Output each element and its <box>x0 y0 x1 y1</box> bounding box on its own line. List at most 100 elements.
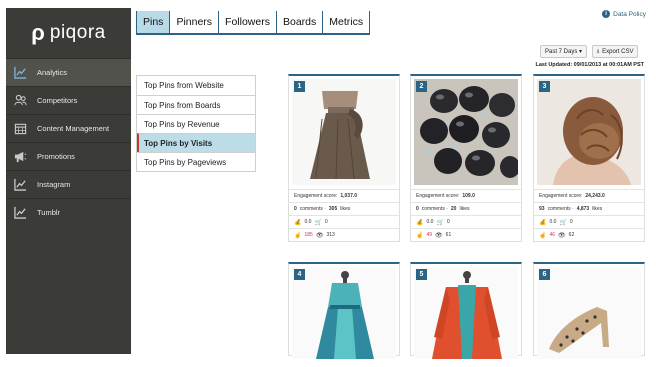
engagement-label: Engagement score: <box>416 193 460 199</box>
sidebar: ρ piqora Analytics Competitors Content M… <box>6 8 131 354</box>
tab-pinners[interactable]: Pinners <box>170 11 220 33</box>
engagement-score: 1,037.0 <box>340 193 358 199</box>
clicks-value: 185 <box>304 232 313 238</box>
pin-image-chocolates[interactable]: 2 <box>414 79 518 185</box>
likes-count: 4,873 <box>576 206 590 212</box>
sidebar-item-tumblr[interactable]: Tumblr <box>6 198 131 226</box>
subnav-item-top-pins-by-pageviews[interactable]: Top Pins by Pageviews <box>137 152 255 171</box>
eye-icon: 👁 <box>558 232 566 239</box>
sidebar-item-instagram[interactable]: Instagram <box>6 170 131 198</box>
subnav-item-top-pins-by-revenue[interactable]: Top Pins by Revenue <box>137 114 255 133</box>
pin-card[interactable]: 5 <box>410 262 522 359</box>
sidebar-item-content-management[interactable]: Content Management <box>6 114 131 142</box>
traffic-row: ☝ 49 👁 61 <box>411 228 521 241</box>
line-chart-icon <box>13 178 27 192</box>
tab-pins[interactable]: Pins <box>136 11 171 33</box>
date-range-select[interactable]: Past 7 Days ▾ <box>540 45 588 58</box>
top-tabs: Pins Pinners Followers Boards Metrics <box>136 11 371 35</box>
money-bag-icon: 💰 <box>294 219 302 226</box>
comments-count: 93 <box>539 206 545 212</box>
sidebar-item-analytics[interactable]: Analytics <box>6 58 131 86</box>
likes-label: likes <box>459 206 470 212</box>
data-policy-link[interactable]: i Data Policy <box>602 10 646 18</box>
comments-label: comments · <box>299 206 326 212</box>
pin-image-skirt[interactable]: 1 <box>292 79 396 185</box>
pins-subnav: Top Pins from Website Top Pins from Boar… <box>136 75 256 172</box>
sidebar-item-label: Tumblr <box>37 208 61 217</box>
price-value: 0.0 <box>304 219 312 225</box>
sidebar-item-competitors[interactable]: Competitors <box>6 86 131 114</box>
revenue-row: 💰 0.0 🛒 0 <box>289 215 399 228</box>
data-policy-label: Data Policy <box>613 10 646 18</box>
revenue-row: 💰 0.0 🛒 0 <box>534 215 644 228</box>
money-bag-icon: 💰 <box>416 219 424 226</box>
engagement-score: 109.0 <box>462 193 475 199</box>
pin-rank-badge: 5 <box>416 269 427 280</box>
subnav-item-top-pins-from-website[interactable]: Top Pins from Website <box>137 76 255 95</box>
sidebar-item-label: Promotions <box>37 152 75 161</box>
last-updated-text: Last Updated: 09/01/2013 at 00:01AM PST <box>535 62 644 68</box>
pin-card[interactable]: 3 Engagement score: 24,243.0 93 comments… <box>533 74 645 242</box>
sidebar-item-promotions[interactable]: Promotions <box>6 142 131 170</box>
tab-boards[interactable]: Boards <box>276 11 324 33</box>
social-row: 0 comments · 305 likes <box>289 202 399 215</box>
likes-count: 305 <box>328 206 338 212</box>
sidebar-item-label: Analytics <box>37 68 68 77</box>
subnav-item-top-pins-by-visits[interactable]: Top Pins by Visits <box>137 133 255 152</box>
views-value: 61 <box>445 232 452 238</box>
pin-card[interactable]: 6 <box>533 262 645 359</box>
sidebar-item-label: Content Management <box>37 124 110 133</box>
calendar-icon <box>13 122 27 136</box>
traffic-row: ☝ 46 👁 62 <box>534 228 644 241</box>
pin-image-hairstyle[interactable]: 3 <box>537 79 641 185</box>
sidebar-item-label: Competitors <box>37 96 78 105</box>
line-chart-icon <box>13 66 27 80</box>
pin-image-polka-dot-shoe[interactable]: 6 <box>537 267 641 359</box>
logo-mark: ρ <box>31 20 45 45</box>
megaphone-icon <box>13 150 27 164</box>
engagement-label: Engagement score: <box>294 193 338 199</box>
pin-rank-badge: 6 <box>539 269 550 280</box>
likes-count: 20 <box>450 206 457 212</box>
clicks-value: 46 <box>549 232 556 238</box>
info-icon: i <box>602 10 611 18</box>
views-value: 62 <box>568 232 575 238</box>
pin-rank-badge: 3 <box>539 81 550 92</box>
revenue-row: 💰 0.0 🛒 0 <box>411 215 521 228</box>
logo-text: piqora <box>49 22 106 43</box>
line-chart-icon <box>13 206 27 220</box>
tab-followers[interactable]: Followers <box>219 11 277 33</box>
date-range-label: Past 7 Days ▾ <box>545 49 583 55</box>
subnav-item-top-pins-from-boards[interactable]: Top Pins from Boards <box>137 95 255 114</box>
engagement-row: Engagement score: 24,243.0 <box>534 189 644 202</box>
logo[interactable]: ρ piqora <box>6 8 131 58</box>
engagement-label: Engagement score: <box>539 193 583 199</box>
pin-card[interactable]: 2 Engagement score: 109.0 0 comments · 2… <box>410 74 522 242</box>
cart-value: 0 <box>324 219 328 225</box>
pin-image-red-coat[interactable]: 5 <box>414 267 518 359</box>
pin-card[interactable]: 4 <box>288 262 400 359</box>
eye-icon: 👁 <box>315 232 324 239</box>
click-hand-icon: ☝ <box>416 232 424 239</box>
traffic-row: ☝ 185 👁 313 <box>289 228 399 241</box>
export-csv-button[interactable]: ⭳ Export CSV <box>592 45 639 58</box>
sidebar-item-label: Instagram <box>37 180 71 189</box>
cart-icon: 🛒 <box>314 219 322 226</box>
engagement-score: 24,243.0 <box>585 193 605 199</box>
users-icon <box>13 94 27 108</box>
cart-value: 0 <box>446 219 450 225</box>
tab-metrics[interactable]: Metrics <box>323 11 371 33</box>
click-hand-icon: ☝ <box>294 232 302 239</box>
price-value: 0.0 <box>549 219 557 225</box>
comments-count: 0 <box>416 206 419 212</box>
pin-rank-badge: 4 <box>294 269 305 280</box>
comments-count: 0 <box>294 206 297 212</box>
pin-card[interactable]: 1 Engagement score: 1,037.0 0 comments ·… <box>288 74 400 242</box>
money-bag-icon: 💰 <box>539 219 547 226</box>
likes-label: likes <box>592 206 603 212</box>
social-row: 93 comments · 4,873 likes <box>534 202 644 215</box>
click-hand-icon: ☝ <box>539 232 547 239</box>
likes-label: likes <box>340 206 351 212</box>
cart-icon: 🛒 <box>436 219 444 226</box>
pin-image-blue-dress[interactable]: 4 <box>292 267 396 359</box>
